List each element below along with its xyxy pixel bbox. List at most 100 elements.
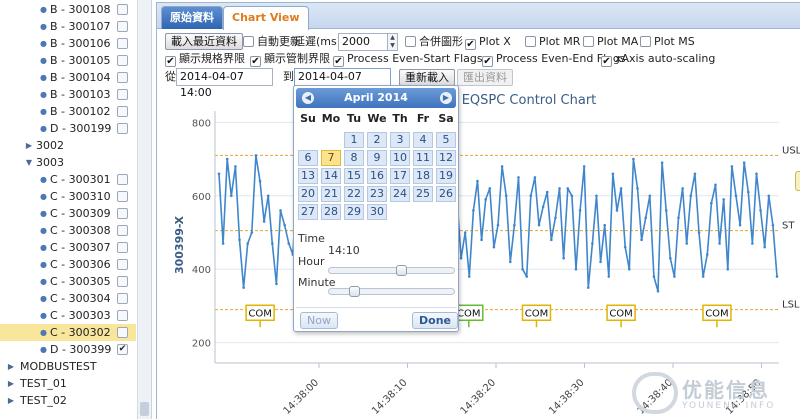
tree-item[interactable]: ● C - 300306 [0, 256, 136, 273]
tree-item-label: C - 300303 [50, 309, 111, 322]
expand-arrow-icon[interactable]: ▶ [6, 358, 16, 375]
calendar-day[interactable]: 11 [413, 150, 433, 166]
calendar-day[interactable]: 13 [298, 168, 318, 184]
tree-item-checkbox[interactable] [117, 259, 128, 270]
tree-item[interactable]: ● ✔ D - 300399 [0, 341, 136, 358]
tree-item[interactable]: ● C - 300307 [0, 239, 136, 256]
tree-item-label: C - 300306 [50, 258, 111, 271]
tree-item[interactable]: ▶ TEST_02 [0, 392, 136, 409]
tree-item[interactable]: ● C - 300310 [0, 188, 136, 205]
tree-item-checkbox[interactable] [117, 123, 128, 134]
expand-arrow-icon[interactable]: ▶ [24, 137, 34, 154]
tree-item[interactable]: ● C - 300304 [0, 290, 136, 307]
tree-item[interactable]: ● C - 300308 [0, 222, 136, 239]
tree-item[interactable]: ▶ 3002 [0, 137, 136, 154]
tree-item[interactable]: ● C - 300302 [0, 324, 136, 341]
tree-item-checkbox[interactable] [117, 89, 128, 100]
calendar-day[interactable]: 8 [344, 150, 364, 166]
tree-item-checkbox[interactable] [117, 72, 128, 83]
calendar-day[interactable]: 14 [321, 168, 341, 184]
prev-month-icon[interactable]: ◀ [302, 92, 314, 104]
tree-item-checkbox[interactable] [117, 106, 128, 117]
calendar-day[interactable]: 23 [367, 186, 387, 202]
calendar-day[interactable]: 6 [298, 150, 318, 166]
calendar-day[interactable]: 29 [344, 204, 364, 220]
tree-item-checkbox[interactable] [117, 191, 128, 202]
tree-item[interactable]: ● B - 300103 [0, 86, 136, 103]
tree-item-checkbox[interactable]: ✔ [117, 344, 128, 355]
calendar-day[interactable]: 1 [344, 132, 364, 148]
calendar-day[interactable]: 2 [367, 132, 387, 148]
collapse-arrow-icon[interactable]: ▼ [24, 154, 34, 171]
minute-slider[interactable] [328, 286, 455, 297]
calendar-day[interactable]: 22 [344, 186, 364, 202]
data-point [221, 242, 225, 245]
calendar-day[interactable]: 24 [390, 186, 410, 202]
expand-arrow-icon[interactable]: ▶ [6, 392, 16, 409]
calendar-day[interactable]: 7 [321, 150, 341, 166]
x-tick-label: 14:38:00 [282, 377, 322, 417]
tree-item[interactable]: ● B - 300105 [0, 52, 136, 69]
tree-item[interactable]: ● C - 300309 [0, 205, 136, 222]
data-point [550, 238, 553, 242]
tree-item[interactable]: ▼ 3003 [0, 154, 136, 171]
tree-item[interactable]: ● C - 300301 [0, 171, 136, 188]
calendar-day[interactable]: 21 [321, 186, 341, 202]
tree-item[interactable]: ● B - 300106 [0, 35, 136, 52]
tree-item-checkbox[interactable] [117, 225, 128, 236]
tree-item-checkbox[interactable] [117, 21, 128, 32]
done-button[interactable]: Done [412, 312, 458, 329]
calendar-day[interactable]: 5 [436, 132, 456, 148]
calendar-day[interactable]: 15 [344, 168, 364, 184]
tree-leaf-bullet-icon: ● [40, 56, 47, 65]
now-button[interactable]: Now [300, 312, 338, 329]
calendar-day[interactable]: 27 [298, 204, 318, 220]
calendar-day[interactable]: 25 [413, 186, 433, 202]
data-point [513, 223, 516, 227]
side-handle[interactable] [795, 171, 800, 191]
calendar-day[interactable]: 17 [390, 168, 410, 184]
tree-item[interactable]: ▶ TEST_01 [0, 375, 136, 392]
tree-item-checkbox[interactable] [117, 327, 128, 338]
data-point [685, 242, 689, 245]
tree-item[interactable]: ● B - 300102 [0, 103, 136, 120]
tree-item-checkbox[interactable] [117, 38, 128, 49]
scrollbar-thumb[interactable] [140, 402, 149, 416]
tree-item[interactable]: ● C - 300303 [0, 307, 136, 324]
tree-item[interactable]: ▶ MODBUSTEST [0, 358, 136, 375]
calendar-day[interactable]: 10 [390, 150, 410, 166]
calendar-day[interactable]: 9 [367, 150, 387, 166]
calendar-day[interactable]: 3 [390, 132, 410, 148]
tree-item-checkbox[interactable] [117, 55, 128, 66]
calendar-day[interactable]: 18 [413, 168, 433, 184]
weekday-header: Tu [346, 112, 362, 125]
tree-item-checkbox[interactable] [117, 174, 128, 185]
tree-item-checkbox[interactable] [117, 310, 128, 321]
tree-item[interactable]: ● B - 300107 [0, 18, 136, 35]
data-point [250, 231, 254, 234]
tree-item[interactable]: ● B - 300108 [0, 1, 136, 18]
tree-item[interactable]: ● B - 300104 [0, 69, 136, 86]
calendar-day[interactable]: 16 [367, 168, 387, 184]
calendar-day[interactable]: 30 [367, 204, 387, 220]
calendar-day[interactable]: 28 [321, 204, 341, 220]
tree-scrollbar[interactable] [137, 0, 151, 419]
tree-item[interactable]: ● D - 300199 [0, 120, 136, 137]
data-point [467, 275, 471, 278]
tree-item-checkbox[interactable] [117, 208, 128, 219]
next-month-icon[interactable]: ▶ [440, 92, 452, 104]
minute-slider-handle[interactable] [348, 286, 360, 297]
tree-item-checkbox[interactable] [117, 4, 128, 15]
tree-item-checkbox[interactable] [117, 293, 128, 304]
tree-item[interactable]: ● C - 300305 [0, 273, 136, 290]
hour-slider[interactable] [328, 265, 455, 276]
calendar-day[interactable]: 20 [298, 186, 318, 202]
calendar-day[interactable]: 4 [413, 132, 433, 148]
calendar-day[interactable]: 19 [436, 168, 456, 184]
calendar-day[interactable]: 12 [436, 150, 456, 166]
tree-item-checkbox[interactable] [117, 276, 128, 287]
calendar-day[interactable]: 26 [436, 186, 456, 202]
hour-slider-handle[interactable] [396, 265, 408, 276]
expand-arrow-icon[interactable]: ▶ [6, 375, 16, 392]
tree-item-checkbox[interactable] [117, 242, 128, 253]
